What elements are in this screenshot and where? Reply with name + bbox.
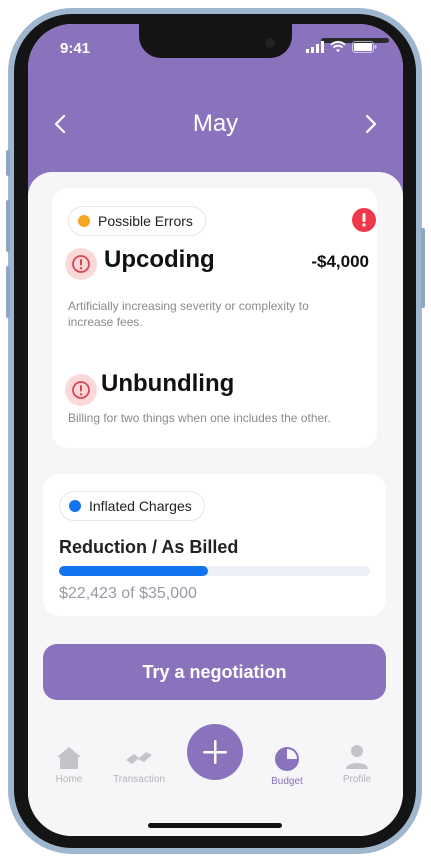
home-indicator [148, 823, 282, 828]
possible-errors-card: Possible Errors Upcoding -$4,000 Artific… [52, 188, 377, 448]
reduction-progress-fill [59, 566, 209, 576]
wifi-icon [330, 41, 346, 52]
tab-bar: Home Transaction Budget Profile [28, 724, 403, 836]
inflated-charges-label: Inflated Charges [89, 498, 192, 514]
home-icon [57, 747, 81, 769]
upcoding-amount: -$4,000 [311, 252, 369, 271]
unbundling-warning-icon [65, 374, 97, 406]
volume-up-button [6, 200, 10, 252]
transaction-icon [126, 752, 152, 764]
inflated-charges-card: Inflated Charges Reduction / As Billed $… [43, 474, 386, 616]
try-negotiation-button[interactable]: Try a negotiation [43, 644, 386, 700]
camera [265, 38, 275, 48]
inflated-charges-badge[interactable]: Inflated Charges [59, 491, 205, 521]
tab-home-label: Home [55, 774, 83, 785]
reduction-progress-bar [59, 566, 370, 576]
possible-errors-badge[interactable]: Possible Errors [68, 206, 206, 236]
warning-dot-icon [78, 215, 90, 227]
month-title: May [192, 110, 239, 137]
notch [139, 24, 389, 58]
possible-errors-label: Possible Errors [98, 213, 193, 229]
chevron-right-icon [365, 114, 377, 134]
add-button[interactable] [187, 724, 243, 780]
app-screen: 9:41 May Possible Errors Upcoding -$4,00… [28, 24, 403, 836]
reduction-summary: $22,423 of $35,000 [59, 585, 197, 602]
tab-transaction[interactable]: Transaction [104, 746, 174, 785]
tab-budget-label: Budget [271, 776, 303, 787]
alert-icon[interactable] [352, 208, 376, 232]
charges-dot-icon [69, 500, 81, 512]
tab-profile-label: Profile [342, 774, 372, 785]
status-time: 9:41 [60, 40, 91, 57]
unbundling-title: Unbundling [101, 370, 235, 397]
exclamation-icon [362, 213, 366, 227]
upcoding-title: Upcoding [104, 246, 215, 273]
user-icon [346, 745, 368, 769]
tab-home[interactable]: Home [34, 746, 104, 785]
pie-chart-icon [275, 747, 299, 771]
mute-switch [6, 150, 10, 176]
plus-icon [203, 740, 227, 764]
unbundling-description: Billing for two things when one includes… [68, 411, 331, 425]
upcoding-warning-icon [65, 248, 97, 280]
status-icons [306, 41, 377, 53]
tab-budget[interactable]: Budget [252, 746, 322, 787]
battery-icon [352, 41, 377, 53]
tab-profile[interactable]: Profile [322, 744, 392, 785]
cellular-signal-icon [306, 41, 324, 53]
power-button [421, 228, 425, 308]
next-month-button[interactable] [359, 112, 383, 136]
volume-down-button [6, 266, 10, 318]
reduction-title: Reduction / As Billed [59, 537, 239, 557]
tab-transaction-label: Transaction [113, 774, 165, 785]
upcoding-description: Artificially increasing severity or comp… [68, 299, 309, 329]
